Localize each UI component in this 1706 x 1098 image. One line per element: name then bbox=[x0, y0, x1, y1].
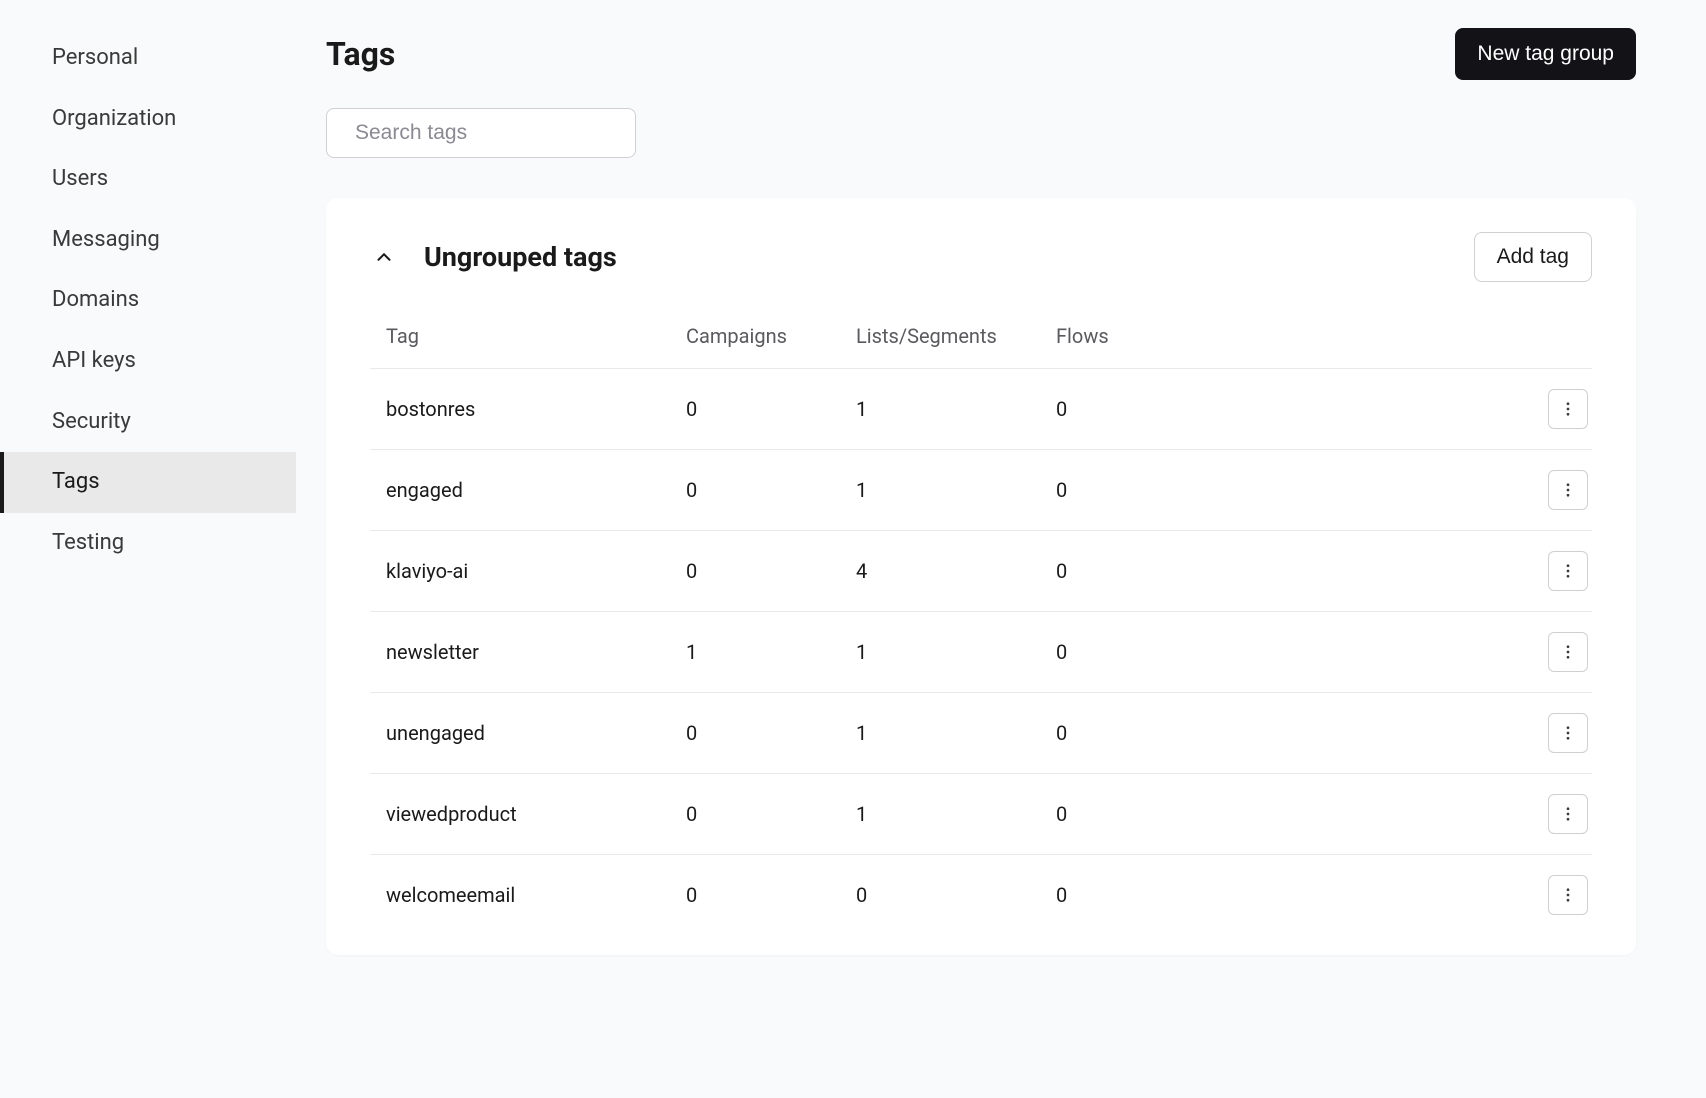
tag-group-card: Ungrouped tags Add tag Tag Campaigns Lis… bbox=[326, 198, 1636, 955]
row-actions bbox=[1176, 551, 1592, 591]
cell-tag: klaviyo-ai bbox=[386, 559, 686, 583]
sidebar-item-testing[interactable]: Testing bbox=[0, 513, 296, 574]
column-tag: Tag bbox=[386, 324, 686, 348]
kebab-icon bbox=[1559, 562, 1577, 580]
sidebar-item-personal[interactable]: Personal bbox=[0, 28, 296, 89]
sidebar-item-security[interactable]: Security bbox=[0, 392, 296, 453]
kebab-icon bbox=[1559, 643, 1577, 661]
cell-flows: 0 bbox=[1056, 559, 1176, 583]
table-body: bostonres010engaged010klaviyo-ai040newsl… bbox=[370, 369, 1592, 935]
table-row: bostonres010 bbox=[370, 369, 1592, 450]
sidebar-item-messaging[interactable]: Messaging bbox=[0, 210, 296, 271]
sidebar-item-tags[interactable]: Tags bbox=[0, 452, 296, 513]
main-content: Tags New tag group Ungrouped tags bbox=[296, 0, 1676, 1098]
row-menu-button[interactable] bbox=[1548, 875, 1588, 915]
cell-campaigns: 0 bbox=[686, 478, 856, 502]
settings-sidebar: Personal Organization Users Messaging Do… bbox=[0, 0, 296, 1098]
row-actions bbox=[1176, 389, 1592, 429]
cell-tag: newsletter bbox=[386, 640, 686, 664]
group-title: Ungrouped tags bbox=[424, 241, 617, 273]
kebab-icon bbox=[1559, 805, 1577, 823]
kebab-icon bbox=[1559, 400, 1577, 418]
page-title: Tags bbox=[326, 35, 395, 73]
row-actions bbox=[1176, 875, 1592, 915]
table-row: welcomeemail000 bbox=[370, 855, 1592, 935]
cell-lists-segments: 1 bbox=[856, 721, 1056, 745]
row-menu-button[interactable] bbox=[1548, 470, 1588, 510]
cell-tag: welcomeemail bbox=[386, 883, 686, 907]
cell-campaigns: 0 bbox=[686, 802, 856, 826]
add-tag-button[interactable]: Add tag bbox=[1474, 232, 1592, 282]
cell-lists-segments: 1 bbox=[856, 397, 1056, 421]
row-actions bbox=[1176, 794, 1592, 834]
new-tag-group-button[interactable]: New tag group bbox=[1455, 28, 1636, 80]
sidebar-item-domains[interactable]: Domains bbox=[0, 270, 296, 331]
chevron-up-icon bbox=[373, 246, 395, 268]
table-row: unengaged010 bbox=[370, 693, 1592, 774]
table-row: newsletter110 bbox=[370, 612, 1592, 693]
kebab-icon bbox=[1559, 724, 1577, 742]
cell-campaigns: 0 bbox=[686, 397, 856, 421]
row-actions bbox=[1176, 470, 1592, 510]
row-menu-button[interactable] bbox=[1548, 794, 1588, 834]
cell-flows: 0 bbox=[1056, 883, 1176, 907]
table-head: Tag Campaigns Lists/Segments Flows bbox=[370, 324, 1592, 369]
column-campaigns: Campaigns bbox=[686, 324, 856, 348]
cell-lists-segments: 1 bbox=[856, 802, 1056, 826]
cell-lists-segments: 1 bbox=[856, 478, 1056, 502]
sidebar-item-organization[interactable]: Organization bbox=[0, 89, 296, 150]
search-input[interactable] bbox=[355, 121, 626, 145]
row-menu-button[interactable] bbox=[1548, 713, 1588, 753]
table-row: viewedproduct010 bbox=[370, 774, 1592, 855]
kebab-icon bbox=[1559, 886, 1577, 904]
row-menu-button[interactable] bbox=[1548, 632, 1588, 672]
cell-flows: 0 bbox=[1056, 397, 1176, 421]
cell-flows: 0 bbox=[1056, 721, 1176, 745]
cell-flows: 0 bbox=[1056, 802, 1176, 826]
sidebar-item-api-keys[interactable]: API keys bbox=[0, 331, 296, 392]
sidebar-item-users[interactable]: Users bbox=[0, 149, 296, 210]
cell-campaigns: 0 bbox=[686, 883, 856, 907]
cell-campaigns: 1 bbox=[686, 640, 856, 664]
cell-tag: unengaged bbox=[386, 721, 686, 745]
row-menu-button[interactable] bbox=[1548, 389, 1588, 429]
row-actions bbox=[1176, 632, 1592, 672]
column-lists-segments: Lists/Segments bbox=[856, 324, 1056, 348]
table-row: engaged010 bbox=[370, 450, 1592, 531]
cell-tag: viewedproduct bbox=[386, 802, 686, 826]
collapse-toggle[interactable] bbox=[370, 243, 398, 271]
cell-lists-segments: 4 bbox=[856, 559, 1056, 583]
row-menu-button[interactable] bbox=[1548, 551, 1588, 591]
search-box[interactable] bbox=[326, 108, 636, 158]
row-actions bbox=[1176, 713, 1592, 753]
cell-tag: engaged bbox=[386, 478, 686, 502]
cell-campaigns: 0 bbox=[686, 559, 856, 583]
table-row: klaviyo-ai040 bbox=[370, 531, 1592, 612]
cell-flows: 0 bbox=[1056, 478, 1176, 502]
column-flows: Flows bbox=[1056, 324, 1176, 348]
kebab-icon bbox=[1559, 481, 1577, 499]
group-header: Ungrouped tags Add tag bbox=[370, 232, 1592, 282]
cell-lists-segments: 1 bbox=[856, 640, 1056, 664]
cell-flows: 0 bbox=[1056, 640, 1176, 664]
page-header: Tags New tag group bbox=[326, 28, 1636, 80]
tags-table: Tag Campaigns Lists/Segments Flows bosto… bbox=[370, 324, 1592, 935]
cell-lists-segments: 0 bbox=[856, 883, 1056, 907]
cell-campaigns: 0 bbox=[686, 721, 856, 745]
cell-tag: bostonres bbox=[386, 397, 686, 421]
